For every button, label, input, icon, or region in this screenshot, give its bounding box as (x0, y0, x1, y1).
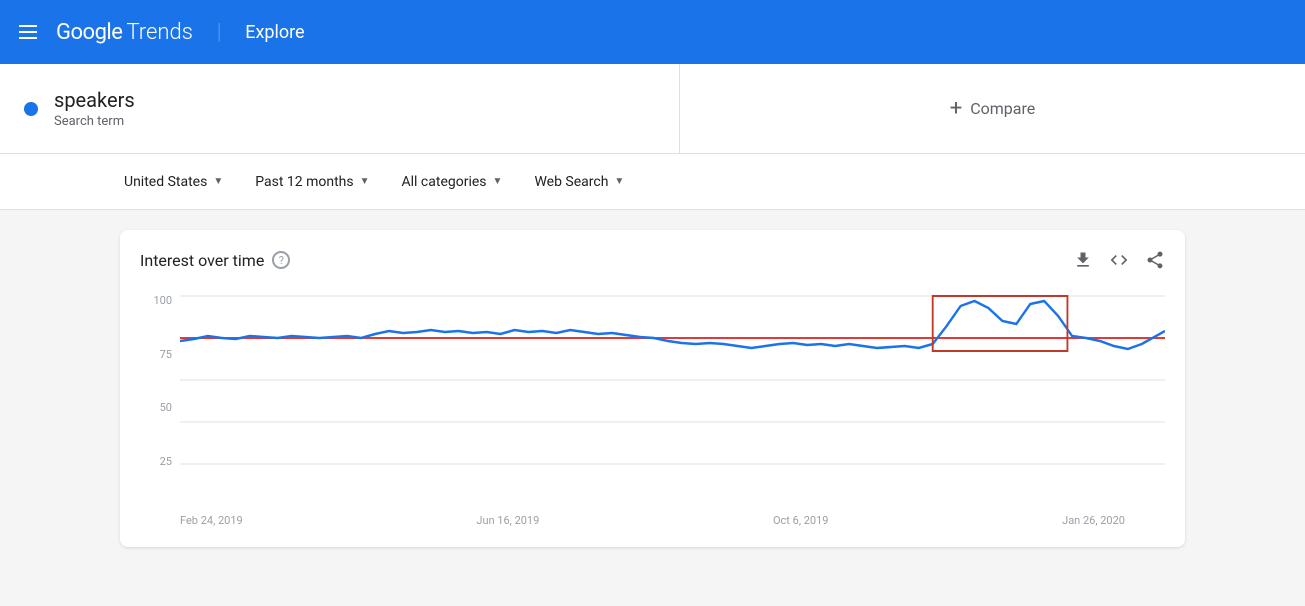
x-axis-jan: Jan 26, 2020 (1062, 514, 1125, 527)
help-icon-label: ? (279, 254, 284, 267)
y-axis-100: 100 (140, 294, 172, 307)
x-axis-feb: Feb 24, 2019 (180, 514, 243, 527)
search-term-info: speakers Search term (54, 88, 135, 129)
search-term-name: speakers (54, 88, 135, 112)
search-type-filter-label: Web Search (534, 174, 608, 190)
y-axis-50: 50 (140, 401, 172, 414)
card-title: Interest over time (140, 251, 264, 270)
time-range-filter-arrow: ▼ (360, 176, 370, 187)
filters-section: United States ▼ Past 12 months ▼ All cat… (0, 154, 1305, 210)
menu-icon[interactable] (16, 20, 40, 44)
compare-button[interactable]: + Compare (680, 64, 1305, 153)
y-axis-25: 25 (140, 455, 172, 468)
header-divider: | (217, 20, 221, 45)
compare-plus-icon: + (950, 96, 962, 121)
time-range-filter-label: Past 12 months (255, 174, 353, 190)
search-type-filter-arrow: ▼ (614, 176, 624, 187)
location-filter-arrow: ▼ (213, 176, 223, 187)
location-filter-label: United States (124, 174, 207, 190)
logo-trends: Trends (126, 20, 192, 45)
category-filter[interactable]: All categories ▼ (398, 166, 507, 198)
download-button[interactable] (1073, 250, 1093, 270)
interest-over-time-card: Interest over time ? (120, 230, 1185, 547)
header-explore-label: Explore (245, 22, 304, 43)
search-term-type: Search term (54, 114, 135, 129)
search-type-filter[interactable]: Web Search ▼ (530, 166, 628, 198)
x-axis-oct: Oct 6, 2019 (773, 514, 828, 527)
main-content: Interest over time ? (0, 210, 1305, 567)
share-button[interactable] (1145, 250, 1165, 270)
header: Google Trends | Explore (0, 0, 1305, 64)
x-axis-jun: Jun 16, 2019 (476, 514, 539, 527)
embed-button[interactable] (1109, 250, 1129, 270)
time-range-filter[interactable]: Past 12 months ▼ (251, 166, 373, 198)
location-filter[interactable]: United States ▼ (120, 166, 227, 198)
search-term-container: speakers Search term (0, 64, 680, 153)
card-header: Interest over time ? (140, 250, 1165, 270)
chart-container: 100 75 50 25 (140, 286, 1165, 506)
card-title-row: Interest over time ? (140, 251, 290, 270)
x-axis-labels: Feb 24, 2019 Jun 16, 2019 Oct 6, 2019 Ja… (140, 510, 1165, 527)
card-actions (1073, 250, 1165, 270)
chart-svg (180, 286, 1165, 476)
category-filter-label: All categories (402, 174, 487, 190)
logo: Google Trends (56, 20, 193, 45)
compare-label: Compare (970, 99, 1035, 118)
term-color-indicator (24, 102, 38, 116)
help-icon[interactable]: ? (272, 251, 290, 269)
logo-google: Google (56, 20, 122, 45)
search-section: speakers Search term + Compare (0, 64, 1305, 154)
y-axis-75: 75 (140, 348, 172, 361)
category-filter-arrow: ▼ (493, 176, 503, 187)
